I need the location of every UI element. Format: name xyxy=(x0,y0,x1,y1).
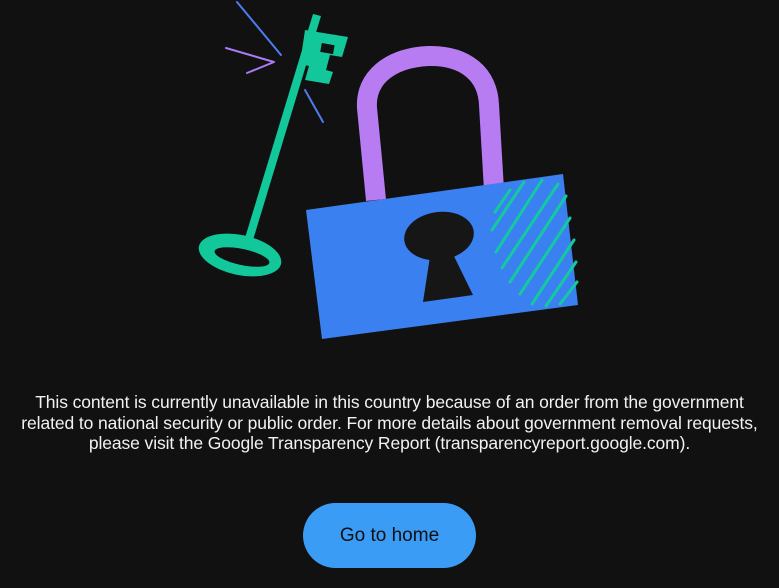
message-line-1: This content is currently unavailable in… xyxy=(35,392,744,412)
message-line-2: related to national security or public o… xyxy=(21,412,758,433)
padlock-icon xyxy=(306,46,579,339)
illustration xyxy=(198,1,579,339)
content-unavailable-screen: This content is currently unavailable in… xyxy=(0,0,779,588)
message-line-3: please visit the Google Transparency Rep… xyxy=(88,433,691,453)
unavailable-message: This content is currently unavailable in… xyxy=(0,392,779,454)
go-to-home-label: Go to home xyxy=(339,524,440,546)
go-to-home-button[interactable]: Go to home xyxy=(303,503,476,568)
